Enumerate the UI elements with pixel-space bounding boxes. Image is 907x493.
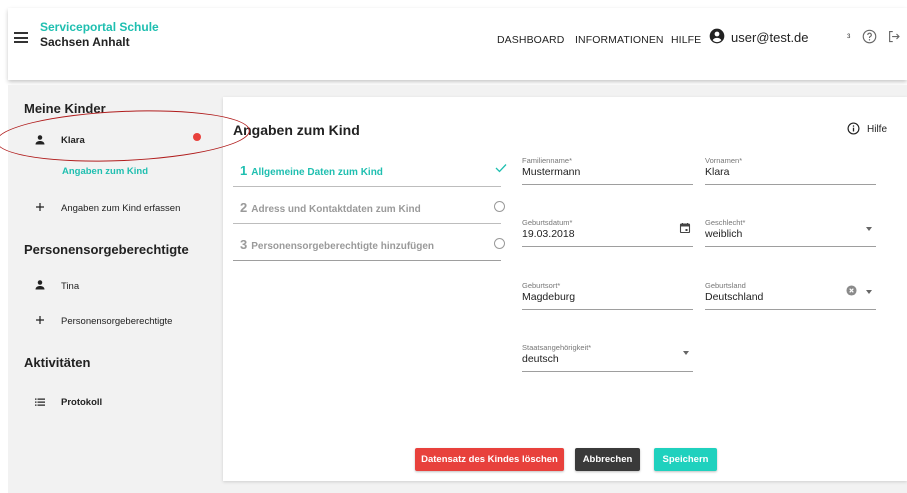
sidebar-link-angaben-zum-kind[interactable]: Angaben zum Kind xyxy=(62,166,148,177)
brand-line-1: Serviceportal Schule xyxy=(40,20,159,34)
geschlecht-select[interactable]: Geschlecht* weiblich xyxy=(705,218,876,247)
step-2-number: 2 xyxy=(240,200,248,215)
nav-hilfe[interactable]: HILFE xyxy=(671,34,701,46)
sidebar-item-add-guardian[interactable]: Personensorgeberechtigte xyxy=(61,316,172,327)
step-divider xyxy=(233,186,501,187)
chevron-down-icon[interactable] xyxy=(866,290,872,294)
person-icon xyxy=(35,280,45,290)
sidebar-title-guardians: Personensorgeberechtigte xyxy=(24,242,189,257)
logout-icon[interactable] xyxy=(886,29,902,44)
list-icon xyxy=(35,398,45,406)
chevron-down-icon[interactable] xyxy=(683,351,689,355)
sidebar-item-tina[interactable]: Tina xyxy=(61,281,79,292)
sidebar-item-add-child[interactable]: Angaben zum Kind erfassen xyxy=(61,203,180,214)
step-divider xyxy=(233,260,501,261)
header-small-glyph: ³ xyxy=(847,33,851,44)
geburtsort-value: Magdeburg xyxy=(522,291,576,303)
help-icon[interactable] xyxy=(862,29,877,44)
familienname-field[interactable]: Familienname* Mustermann xyxy=(522,156,693,185)
geburtsdatum-label: Geburtsdatum* xyxy=(522,218,573,227)
cancel-button[interactable]: Abbrechen xyxy=(575,448,640,471)
step-2-label: Adress und Kontaktdaten zum Kind xyxy=(251,204,421,215)
check-icon xyxy=(495,164,507,173)
geburtsdatum-field[interactable]: Geburtsdatum* 19.03.2018 xyxy=(522,218,693,247)
brand[interactable]: Serviceportal Schule Sachsen Anhalt xyxy=(40,20,159,50)
clear-icon[interactable] xyxy=(846,285,857,296)
brand-line-2: Sachsen Anhalt xyxy=(40,35,130,49)
nav-informationen[interactable]: INFORMATIONEN xyxy=(575,34,664,46)
step-3-status-icon xyxy=(494,238,505,249)
step-3[interactable]: 3 Personensorgeberechtigte hinzufügen xyxy=(240,237,434,252)
plus-icon xyxy=(36,203,44,211)
account-circle-icon[interactable] xyxy=(709,28,725,44)
familienname-label: Familienname* xyxy=(522,156,573,165)
user-email[interactable]: user@test.de xyxy=(731,30,809,45)
step-2-status-icon xyxy=(494,201,505,212)
step-1-number: 1 xyxy=(240,163,248,178)
sidebar-item-protocol[interactable]: Protokoll xyxy=(61,397,102,408)
chevron-down-icon[interactable] xyxy=(866,227,872,231)
vornamen-field[interactable]: Vornamen* Klara xyxy=(705,156,876,185)
step-2[interactable]: 2 Adress und Kontaktdaten zum Kind xyxy=(240,200,421,215)
step-3-number: 3 xyxy=(240,237,248,252)
save-button[interactable]: Speichern xyxy=(654,448,717,471)
vornamen-label: Vornamen* xyxy=(705,156,743,165)
staatsangehoerigkeit-value: deutsch xyxy=(522,353,559,365)
calendar-icon[interactable] xyxy=(679,222,691,234)
step-3-label: Personensorgeberechtigte hinzufügen xyxy=(251,241,435,252)
step-1[interactable]: 1 Allgemeine Daten zum Kind xyxy=(240,163,383,178)
geburtsort-field[interactable]: Geburtsort* Magdeburg xyxy=(522,281,693,310)
menu-icon[interactable] xyxy=(14,32,28,43)
plus-icon xyxy=(36,316,44,324)
geburtsdatum-value: 19.03.2018 xyxy=(522,228,575,240)
sidebar-title-activities: Aktivitäten xyxy=(24,355,91,370)
staatsangehoerigkeit-select[interactable]: Staatsangehörigkeit* deutsch xyxy=(522,343,693,372)
delete-child-button[interactable]: Datensatz des Kindes löschen xyxy=(415,448,564,471)
nav-dashboard[interactable]: DASHBOARD xyxy=(497,34,564,46)
help-link[interactable]: Hilfe xyxy=(867,124,887,135)
geburtsort-label: Geburtsort* xyxy=(522,281,561,290)
info-icon[interactable] xyxy=(847,122,860,135)
vornamen-value: Klara xyxy=(705,166,730,178)
step-1-label: Allgemeine Daten zum Kind xyxy=(251,167,383,178)
page-title: Angaben zum Kind xyxy=(233,122,360,138)
familienname-value: Mustermann xyxy=(522,166,581,178)
geschlecht-value: weiblich xyxy=(705,228,743,240)
geschlecht-label: Geschlecht* xyxy=(705,218,746,227)
geburtsland-value: Deutschland xyxy=(705,291,764,303)
geburtsland-label: Geburtsland xyxy=(705,281,746,290)
step-divider xyxy=(233,223,501,224)
staatsangehoerigkeit-label: Staatsangehörigkeit* xyxy=(522,343,592,352)
